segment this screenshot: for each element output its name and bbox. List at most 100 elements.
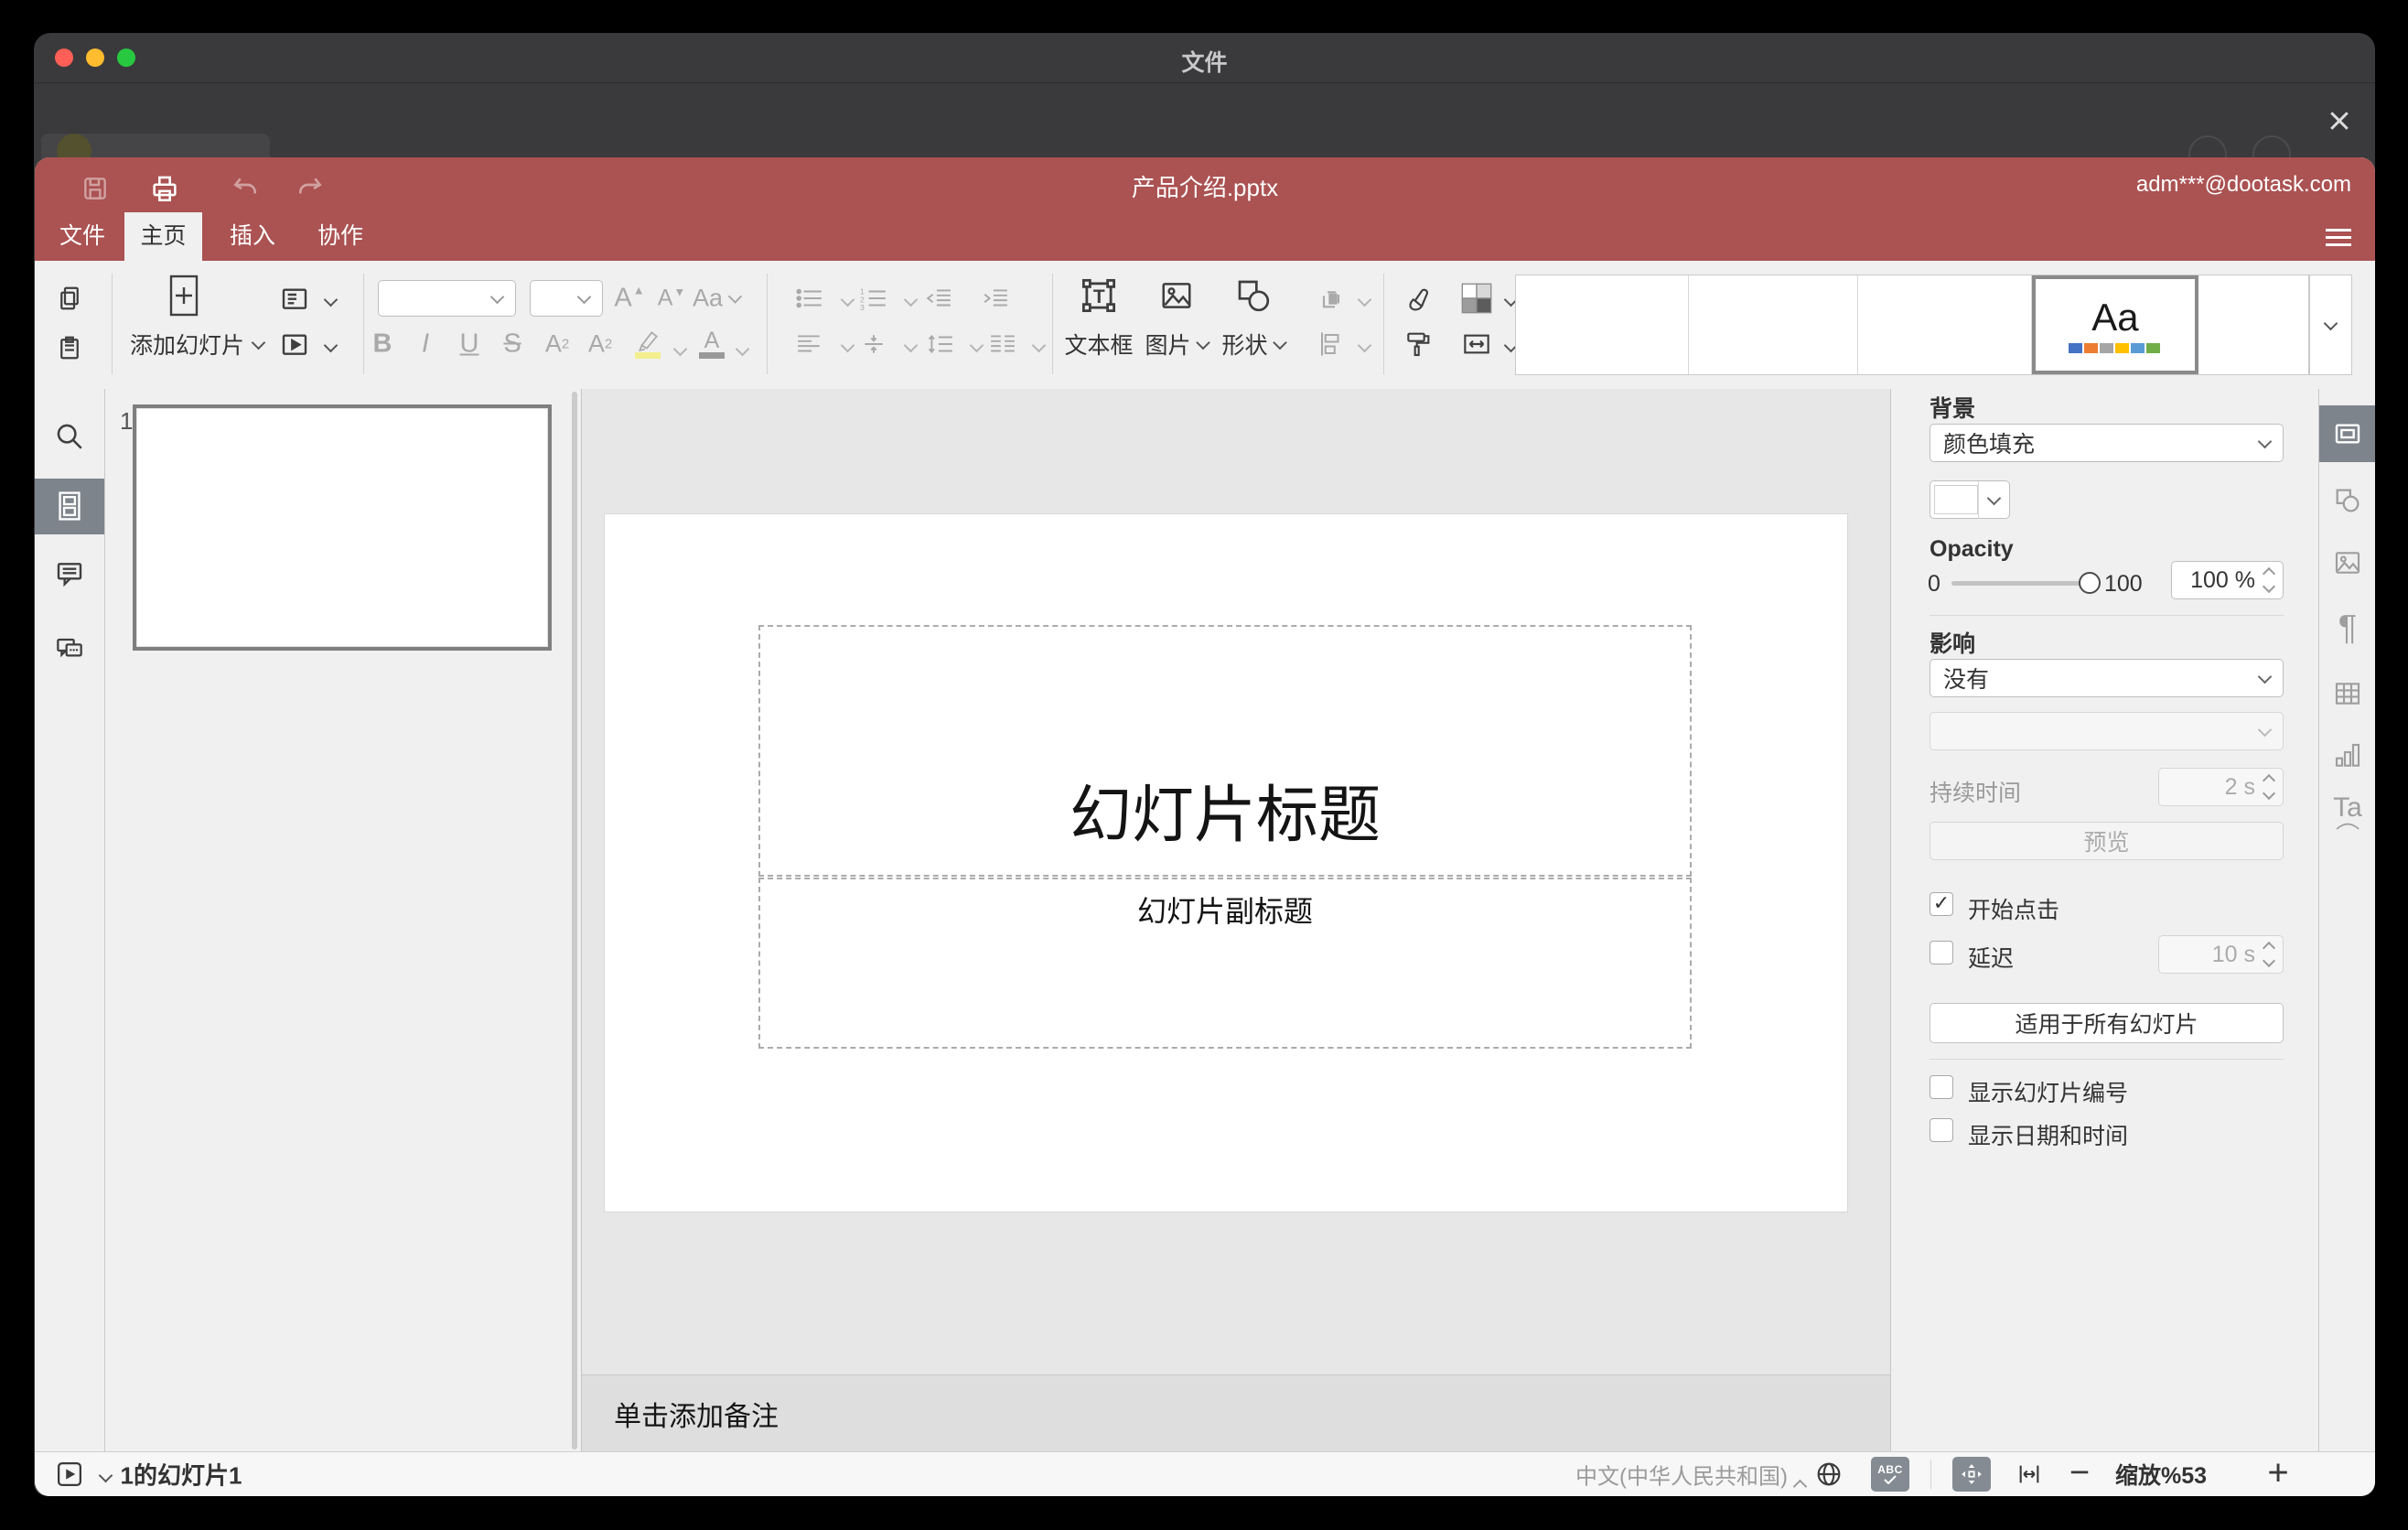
valign-icon[interactable] [861, 332, 887, 356]
globe-icon[interactable] [1814, 1460, 1844, 1489]
close-icon[interactable] [2324, 105, 2355, 136]
slide-layout-chevron-icon[interactable] [323, 292, 339, 307]
fit-slide-icon[interactable] [1952, 1457, 1991, 1492]
font-size-select[interactable] [530, 280, 603, 317]
paint-roller-icon[interactable] [1403, 329, 1433, 359]
fit-width-icon[interactable] [2015, 1461, 2044, 1487]
italic-button[interactable]: I [422, 329, 429, 360]
add-slide-icon[interactable] [169, 275, 199, 317]
panel-scrollbar[interactable] [572, 392, 577, 1449]
start-on-click-checkbox[interactable]: ✓ [1930, 892, 1953, 916]
textart-settings-icon[interactable]: Ta [2333, 794, 2362, 830]
textbox-icon[interactable]: T [1080, 276, 1118, 315]
notes-area[interactable]: 单击添加备注 [582, 1374, 1890, 1452]
paste-icon[interactable] [56, 334, 83, 361]
table-settings-icon[interactable] [2332, 679, 2363, 708]
opacity-spinner[interactable]: 100 % [2171, 561, 2284, 599]
theme-gallery-expand-button[interactable] [2309, 275, 2352, 375]
shape-settings-icon[interactable] [2332, 485, 2363, 516]
delay-spinner[interactable]: 10 s [2158, 935, 2284, 974]
arrange-chevron-icon[interactable] [1357, 292, 1372, 307]
line-spacing-icon[interactable] [927, 332, 954, 356]
comment-icon[interactable] [54, 559, 85, 588]
slide-thumbnail[interactable] [133, 404, 552, 651]
show-date-time-checkbox[interactable] [1930, 1118, 1953, 1142]
font-color-icon[interactable]: A [699, 329, 725, 359]
tab-home[interactable]: 主页 [124, 212, 202, 261]
opacity-slider-thumb[interactable] [2079, 572, 2101, 594]
align-objects-icon[interactable] [1317, 330, 1346, 358]
align-icon[interactable] [796, 332, 823, 356]
slideshow-chevron-icon[interactable] [323, 338, 339, 353]
theme-slot[interactable] [1689, 275, 1859, 374]
subscript-button[interactable]: A2 [588, 330, 612, 359]
delay-checkbox[interactable] [1930, 941, 1953, 964]
language-caret-icon[interactable] [1792, 1479, 1808, 1494]
tab-collaboration[interactable]: 协作 [302, 212, 379, 261]
align-chevron-icon[interactable] [840, 338, 855, 353]
theme-slot[interactable] [1858, 275, 2032, 374]
shape-icon[interactable] [1235, 277, 1272, 314]
strikeout-button[interactable]: S [503, 329, 521, 360]
bullet-list-icon[interactable] [796, 286, 823, 310]
background-fill-select[interactable]: 颜色填充 [1930, 424, 2284, 462]
numbered-list-chevron-icon[interactable] [903, 292, 919, 307]
superscript-button[interactable]: A2 [545, 330, 569, 359]
font-color-chevron-icon[interactable] [735, 341, 750, 357]
start-slideshow-chevron-icon[interactable] [98, 1468, 113, 1483]
outdent-icon[interactable] [925, 286, 952, 310]
language-label[interactable]: 中文(中华人民共和国) [1575, 1459, 1788, 1491]
bullet-list-chevron-icon[interactable] [840, 292, 855, 307]
tab-insert[interactable]: 插入 [214, 212, 291, 261]
slide[interactable]: 幻灯片标题 幻灯片副标题 [605, 514, 1847, 1212]
copy-icon[interactable] [56, 285, 83, 312]
apply-to-all-slides-button[interactable]: 适用于所有幻灯片 [1930, 1003, 2284, 1043]
slide-size-icon[interactable] [1461, 329, 1492, 359]
font-name-select[interactable] [378, 280, 516, 317]
clear-style-icon[interactable] [1403, 284, 1433, 313]
opacity-slider[interactable] [1951, 581, 2090, 586]
change-case-icon[interactable]: Aa [693, 285, 743, 313]
arrange-icon[interactable] [1317, 284, 1346, 313]
line-spacing-chevron-icon[interactable] [969, 338, 984, 353]
indent-icon[interactable] [982, 286, 1009, 310]
duration-spinner[interactable]: 2 s [2158, 768, 2284, 806]
effect-select[interactable]: 没有 [1930, 659, 2284, 697]
columns-chevron-icon[interactable] [1031, 338, 1047, 353]
theme-slot[interactable] [2198, 275, 2308, 374]
show-slide-number-checkbox[interactable] [1930, 1075, 1953, 1099]
shape-button[interactable]: 形状 [1221, 328, 1287, 361]
preview-button[interactable]: 预览 [1930, 822, 2284, 860]
align-objects-chevron-icon[interactable] [1357, 338, 1372, 353]
numbered-list-icon[interactable]: 123 [860, 286, 887, 310]
image-settings-icon[interactable] [2332, 548, 2363, 577]
zoom-in-icon[interactable]: + [2267, 1453, 2288, 1494]
slideshow-icon[interactable] [279, 329, 310, 359]
theme-slot[interactable] [1516, 275, 1689, 374]
search-icon[interactable] [54, 421, 85, 452]
fill-color-icon[interactable] [1461, 283, 1492, 314]
valign-chevron-icon[interactable] [903, 338, 919, 353]
image-button[interactable]: 图片 [1145, 328, 1210, 361]
effect-type-select[interactable] [1930, 712, 2284, 750]
columns-icon[interactable] [989, 332, 1016, 356]
add-slide-button[interactable]: 添加幻灯片 [130, 328, 266, 361]
paragraph-settings-icon[interactable]: ¶ [2338, 609, 2357, 649]
tab-file[interactable]: 文件 [46, 212, 119, 261]
slide-settings-icon[interactable] [2332, 419, 2363, 448]
background-color-swatch[interactable] [1930, 480, 2010, 519]
zoom-out-icon[interactable]: − [2069, 1454, 2090, 1493]
highlight-icon[interactable] [635, 329, 661, 359]
bold-button[interactable]: B [373, 329, 392, 360]
image-icon[interactable] [1158, 278, 1195, 313]
chat-icon[interactable] [54, 634, 85, 663]
slides-icon[interactable] [55, 490, 84, 522]
font-decrease-icon[interactable]: A ▼ [658, 286, 686, 312]
chart-settings-icon[interactable] [2332, 741, 2363, 770]
underline-button[interactable]: U [460, 329, 479, 360]
title-placeholder[interactable]: 幻灯片标题 [758, 625, 1692, 877]
slide-layout-icon[interactable] [279, 284, 310, 313]
textbox-label[interactable]: 文本框 [1064, 328, 1133, 361]
theme-slot-selected[interactable]: Aa [2031, 275, 2199, 374]
subtitle-placeholder[interactable]: 幻灯片副标题 [758, 878, 1692, 1049]
